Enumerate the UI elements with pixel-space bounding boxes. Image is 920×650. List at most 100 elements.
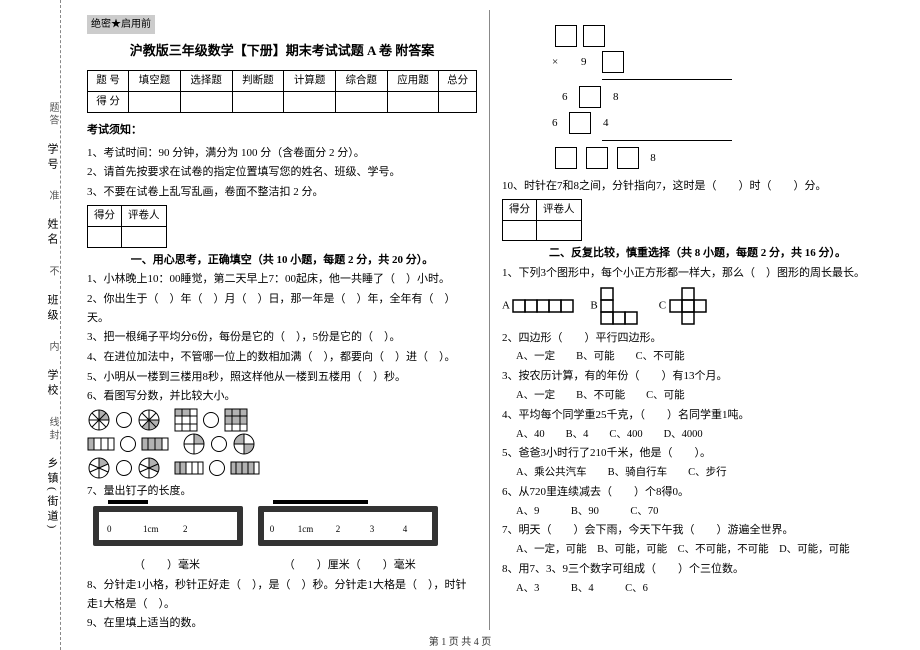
s2q4-opts: A、40 B、4 C、400 D、4000 <box>516 426 893 444</box>
th: 判断题 <box>232 71 284 92</box>
shape-a-icon <box>512 293 582 319</box>
bar-fraction-icon <box>230 461 260 475</box>
th: 应用题 <box>387 71 439 92</box>
binding-mark: 准 <box>47 190 58 200</box>
circle-fraction-icon <box>87 456 111 480</box>
section2-title: 二、反复比较，慎重选择（共 8 小题，每题 2 分，共 16 分）。 <box>502 244 893 263</box>
q7: 7、量出钉子的长度。 <box>87 482 477 501</box>
compare-circle <box>116 412 132 428</box>
s2q3: 3、按农历计算，有的年份（ ）有13个月。 <box>502 367 893 386</box>
s2q2-opts: A、一定 B、可能 C、不可能 <box>516 348 893 366</box>
mini-score: 得分评卷人 <box>502 199 582 242</box>
binding-label: 乡镇(街道) <box>46 457 58 532</box>
digit-box <box>586 147 608 169</box>
binding-mark: 内 <box>47 341 58 351</box>
section1-title: 一、用心思考，正确填空（共 10 小题，每题 2 分，共 20 分）。 <box>87 251 477 270</box>
rulers: 0 1cm 2 0 1cm 2 3 4 <box>87 502 477 557</box>
bar-fraction-icon <box>141 437 169 451</box>
score-table: 题 号 填空题 选择题 判断题 计算题 综合题 应用题 总分 得 分 <box>87 70 477 113</box>
ruler-icon: 0 1cm 2 3 4 <box>258 506 438 546</box>
circle-fraction-icon <box>137 456 161 480</box>
th: 选择题 <box>180 71 232 92</box>
s2q2: 2、四边形（ ）平行四边形。 <box>502 329 893 348</box>
compare-circle <box>211 436 227 452</box>
s2q6: 6、从720里连续减去（ ）个8得0。 <box>502 483 893 502</box>
ruler-icon: 0 1cm 2 <box>93 506 243 546</box>
mini-c2: 评卷人 <box>122 205 167 226</box>
compare-circle <box>120 436 136 452</box>
s2q7: 7、明天（ ）会下雨，今天下午我（ ）游遍全世界。 <box>502 521 893 540</box>
th: 填空题 <box>129 71 181 92</box>
circle-fraction-icon <box>87 408 111 432</box>
rule-line <box>602 140 732 141</box>
compare-circle <box>203 412 219 428</box>
digit-8: 8 <box>613 91 619 103</box>
compare-circle <box>209 460 225 476</box>
digit-8: 8 <box>650 152 656 164</box>
fraction-figures <box>87 408 477 480</box>
s2q8: 8、用7、3、9三个数字可组成（ ）个三位数。 <box>502 560 893 579</box>
binding-mark: 线 <box>47 417 58 427</box>
binding-label: 学号 <box>46 143 58 173</box>
binding-mark: 答 <box>47 115 58 125</box>
s2q8-opts: A、3 B、4 C、6 <box>516 580 893 598</box>
times-sign: × <box>552 56 558 68</box>
binding-mark: 题 <box>47 102 58 112</box>
rule-line <box>602 79 732 80</box>
digit-6: 6 <box>552 117 558 129</box>
binding-margin: 题 答 学号 准 姓名 不 班级 内 学校 线 封 乡镇(街道) <box>0 0 61 650</box>
q4: 4、在进位加法中，不管哪一位上的数相加满（ ），都要向（ ）进（ ）。 <box>87 348 477 367</box>
s2q4: 4、平均每个同学重25千克，（ ）名同学重1吨。 <box>502 406 893 425</box>
circle-fraction-icon <box>232 432 256 456</box>
shape-c-icon <box>669 287 713 325</box>
th: 总分 <box>439 71 477 92</box>
s2q7-opts: A、一定，可能 B、可能，可能 C、不可能，不可能 D、可能，可能 <box>516 541 893 559</box>
notice-item: 1、考试时间：90 分钟，满分为 100 分（含卷面分 2 分）。 <box>87 144 477 163</box>
binding-label: 学校 <box>46 369 58 399</box>
binding-label: 姓名 <box>46 218 58 248</box>
multiplication-figure: × 9 6 8 6 4 8 <box>552 25 893 169</box>
notice-item: 3、不要在试卷上乱写乱画，卷面不整洁扣 2 分。 <box>87 183 477 202</box>
q3: 3、把一根绳子平均分6份，每份是它的（ ），5份是它的（ ）。 <box>87 328 477 347</box>
notice-item: 2、请首先按要求在试卷的指定位置填写您的姓名、班级、学号。 <box>87 163 477 182</box>
digit-box <box>602 51 624 73</box>
s2q1: 1、下列3个图形中，每个小正方形都一样大，那么（ ）图形的周长最长。 <box>502 264 893 283</box>
digit-box <box>579 86 601 108</box>
notice-head: 考试须知： <box>87 121 477 140</box>
digit-9: 9 <box>581 56 587 68</box>
q10: 10、时针在7和8之间，分针指向7，这时是（ ）时（ ）分。 <box>502 177 893 196</box>
mini-c1: 得分 <box>88 205 122 226</box>
digit-box <box>555 147 577 169</box>
circle-fraction-icon <box>137 408 161 432</box>
digit-box <box>555 25 577 47</box>
perimeter-shapes: A B C <box>502 287 893 325</box>
label-b: B <box>590 299 597 311</box>
grid-fraction-icon <box>224 408 248 432</box>
bar-fraction-icon <box>174 461 204 475</box>
th: 题 号 <box>88 71 129 92</box>
binding-mark: 不 <box>47 266 58 276</box>
s2q3-opts: A、一定 B、不可能 C、可能 <box>516 387 893 405</box>
q9: 9、在里填上适当的数。 <box>87 614 477 633</box>
digit-6: 6 <box>562 91 568 103</box>
compare-circle <box>116 460 132 476</box>
left-column: 绝密★启用前 沪教版三年级数学【下册】期末考试试题 A 卷 附答案 题 号 填空… <box>75 10 490 630</box>
th: 综合题 <box>335 71 387 92</box>
q6: 6、看图写分数，并比较大小。 <box>87 387 477 406</box>
s2q5: 5、爸爸3小时行了210千米，他是（ ）。 <box>502 444 893 463</box>
th: 计算题 <box>284 71 336 92</box>
page-footer: 第 1 页 共 4 页 <box>0 633 920 648</box>
grid-fraction-icon <box>174 408 198 432</box>
digit-box <box>583 25 605 47</box>
q5: 5、小明从一楼到三楼用8秒，照这样他从一楼到五楼用（ ）秒。 <box>87 368 477 387</box>
shape-b-icon <box>600 287 650 325</box>
exam-title: 沪教版三年级数学【下册】期末考试试题 A 卷 附答案 <box>87 40 477 62</box>
digit-4: 4 <box>603 117 609 129</box>
secret-label: 绝密★启用前 <box>87 15 155 34</box>
bar-fraction-icon <box>87 437 115 451</box>
s2q6-opts: A、9 B、90 C、70 <box>516 503 893 521</box>
right-column: × 9 6 8 6 4 8 10、时针在7和8之间 <box>490 10 905 630</box>
mini-score: 得分 评卷人 <box>87 205 167 248</box>
label-c: C <box>659 299 666 311</box>
s2q5-opts: A、乘公共汽车 B、骑自行车 C、步行 <box>516 464 893 482</box>
